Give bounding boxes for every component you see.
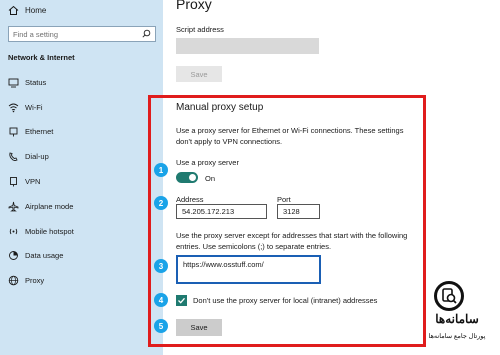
sidebar-item-label: Wi-Fi xyxy=(25,102,43,112)
sidebar-item-hotspot[interactable]: Mobile hotspot xyxy=(0,219,163,244)
step-badge: 4 xyxy=(154,293,168,307)
toggle-state-label: On xyxy=(205,174,216,183)
sidebar-item-label: Status xyxy=(25,77,47,87)
dialup-icon xyxy=(8,151,19,162)
status-icon xyxy=(8,77,19,88)
script-address-field[interactable] xyxy=(176,38,319,54)
save-button[interactable]: Save xyxy=(176,319,222,336)
search-box[interactable] xyxy=(8,26,156,42)
home-label: Home xyxy=(25,5,47,15)
watermark-title: سامانه‌ها xyxy=(435,312,479,326)
watermark-logo-icon xyxy=(434,281,464,311)
sidebar-item-label: Proxy xyxy=(25,276,45,286)
home-link[interactable]: Home xyxy=(8,3,46,17)
step-badge: 2 xyxy=(154,196,168,210)
step-badge: 3 xyxy=(154,259,168,273)
sidebar-item-label: Mobile hotspot xyxy=(25,226,74,236)
exceptions-input[interactable] xyxy=(176,255,321,284)
script-address-label: Script address xyxy=(176,25,224,34)
sidebar-item-label: Dial-up xyxy=(25,152,49,162)
sidebar-item-status[interactable]: Status xyxy=(0,70,163,95)
port-input[interactable] xyxy=(277,204,320,219)
exceptions-description: Use the proxy server except for addresse… xyxy=(176,231,408,251)
search-icon[interactable] xyxy=(142,25,151,43)
vpn-icon xyxy=(8,176,19,187)
search-input[interactable] xyxy=(13,29,133,39)
sidebar-item-dialup[interactable]: Dial-up xyxy=(0,144,163,169)
toggle-knob xyxy=(189,174,196,181)
sidebar-item-ethernet[interactable]: Ethernet xyxy=(0,120,163,145)
page-title: Proxy xyxy=(176,0,212,12)
sidebar: Home Network & Internet Status Wi-Fi Eth… xyxy=(0,0,163,355)
port-label: Port xyxy=(277,195,291,204)
step-badge: 5 xyxy=(154,319,168,333)
sidebar-item-proxy[interactable]: Proxy xyxy=(0,268,163,293)
local-address-checkbox[interactable] xyxy=(176,295,187,306)
address-label: Address xyxy=(176,195,204,204)
sidebar-item-label: Airplane mode xyxy=(25,201,74,211)
globe-icon xyxy=(8,275,19,286)
sidebar-item-airplane[interactable]: Airplane mode xyxy=(0,194,163,219)
step-badge: 1 xyxy=(154,163,168,177)
wifi-icon xyxy=(8,102,19,113)
address-input[interactable] xyxy=(176,204,267,219)
script-save-button[interactable]: Save xyxy=(176,66,222,82)
manual-proxy-title: Manual proxy setup xyxy=(176,102,264,113)
checkmark-icon xyxy=(178,297,185,304)
sidebar-item-vpn[interactable]: VPN xyxy=(0,169,163,194)
section-title: Network & Internet xyxy=(8,53,75,62)
sidebar-item-data-usage[interactable]: Data usage xyxy=(0,244,163,269)
sidebar-item-label: Data usage xyxy=(25,251,64,261)
hotspot-icon xyxy=(8,226,19,237)
home-icon xyxy=(8,5,19,16)
use-proxy-toggle[interactable] xyxy=(176,172,198,183)
sidebar-item-wifi[interactable]: Wi-Fi xyxy=(0,95,163,120)
local-address-label: Don't use the proxy server for local (in… xyxy=(193,296,378,305)
airplane-icon xyxy=(8,201,19,212)
watermark-subtitle: پورتال جامع سامانه‌ها xyxy=(428,333,486,340)
data-usage-icon xyxy=(8,250,19,261)
nav-list: Status Wi-Fi Ethernet Dial-up VPN Airpla… xyxy=(0,70,163,293)
sidebar-item-label: VPN xyxy=(25,177,41,187)
use-proxy-label: Use a proxy server xyxy=(176,158,239,167)
ethernet-icon xyxy=(8,126,19,137)
sidebar-item-label: Ethernet xyxy=(25,127,54,137)
manual-proxy-description: Use a proxy server for Ethernet or Wi-Fi… xyxy=(176,126,404,146)
